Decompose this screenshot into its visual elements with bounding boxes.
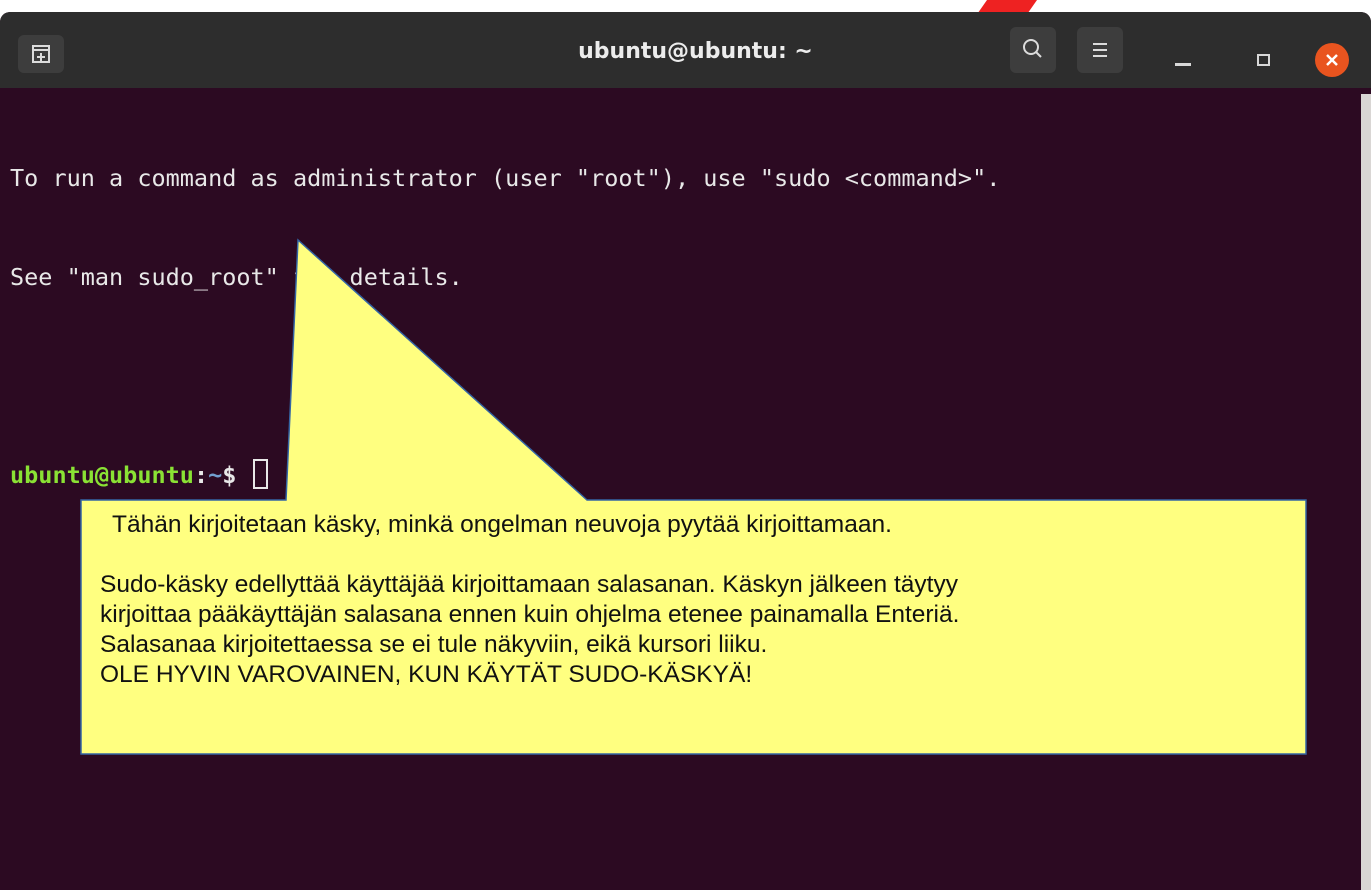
callout-annotation [80,238,1307,755]
callout-line: kirjoittaa pääkäyttäjän salasana ennen k… [100,601,960,628]
callout-line: Salasanaa kirjoitettaessa se ei tule näk… [100,631,768,658]
callout-line: Tähän kirjoitetaan käsky, minkä ongelman… [112,511,892,538]
callout-line: OLE HYVIN VAROVAINEN, KUN KÄYTÄT SUDO-KÄ… [100,661,753,688]
callout-line: Sudo-käsky edellyttää käyttäjää kirjoitt… [100,571,958,598]
callout-text: Tähän kirjoitetaan käsky, minkä ongelman… [100,510,1290,690]
callout-line [100,540,1290,570]
